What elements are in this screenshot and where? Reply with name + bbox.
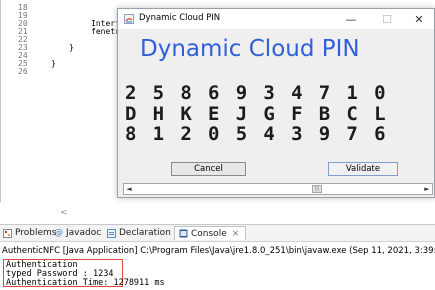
code-line: } <box>51 59 56 68</box>
pin-heading: Dynamic Cloud PIN <box>140 36 360 62</box>
tab-label: Console <box>191 228 227 239</box>
code-line: } <box>69 43 74 52</box>
bottom-panel: Problems @ Javadoc Declaration Console ⨯… <box>0 224 435 290</box>
pin-row-letters: D H K E J G F B C L <box>125 103 388 125</box>
tab-javadoc[interactable]: @ Javadoc <box>54 226 101 240</box>
window-title: Dynamic Cloud PIN <box>139 13 221 23</box>
dynamic-cloud-pin-window: Dynamic Cloud PIN — ☐ ✕ Dynamic Cloud PI… <box>117 8 435 198</box>
scrollbar-thumb[interactable]: ||| <box>312 185 322 193</box>
code-line: fenetr <box>91 27 120 36</box>
javadoc-icon: @ <box>54 227 63 238</box>
title-bar[interactable]: Dynamic Cloud PIN — ☐ ✕ <box>118 9 434 29</box>
problems-icon <box>3 228 12 238</box>
scroll-right-arrow-icon[interactable]: ► <box>422 184 432 194</box>
pin-row-digits-2: 8 1 2 0 5 4 3 9 7 6 <box>125 123 388 145</box>
editor-scroll-left-icon[interactable]: < <box>60 208 68 218</box>
line-number: 26 <box>18 67 28 76</box>
console-launch-info: AuthenticNFC [Java Application] C:\Progr… <box>2 246 435 256</box>
tab-console[interactable]: Console ⨯ <box>174 226 246 240</box>
console-output-line: Authentication Time: 1278911 ms <box>6 278 165 288</box>
scroll-left-arrow-icon[interactable]: ◄ <box>124 184 134 194</box>
dialog-horizontal-scrollbar[interactable]: ◄ ||| ► <box>123 183 433 195</box>
pin-row-digits-1: 2 5 8 6 9 3 4 7 1 0 <box>125 82 388 104</box>
minimize-button[interactable]: — <box>338 10 364 28</box>
close-button[interactable]: ✕ <box>406 10 432 28</box>
tab-declaration[interactable]: Declaration <box>107 226 171 240</box>
tab-problems[interactable]: Problems <box>3 226 56 240</box>
cancel-button[interactable]: Cancel <box>171 162 246 176</box>
close-console-icon[interactable]: ⨯ <box>232 229 240 239</box>
tab-label: Javadoc <box>66 228 102 238</box>
validate-button[interactable]: Validate <box>328 162 398 176</box>
java-app-icon <box>124 14 134 24</box>
tab-label: Problems <box>15 228 57 238</box>
tab-label: Declaration <box>119 228 171 238</box>
console-icon <box>179 229 188 238</box>
declaration-icon <box>107 228 116 238</box>
panel-tab-bar: Problems @ Javadoc Declaration Console ⨯ <box>0 225 435 242</box>
maximize-button[interactable]: ☐ <box>374 10 400 28</box>
